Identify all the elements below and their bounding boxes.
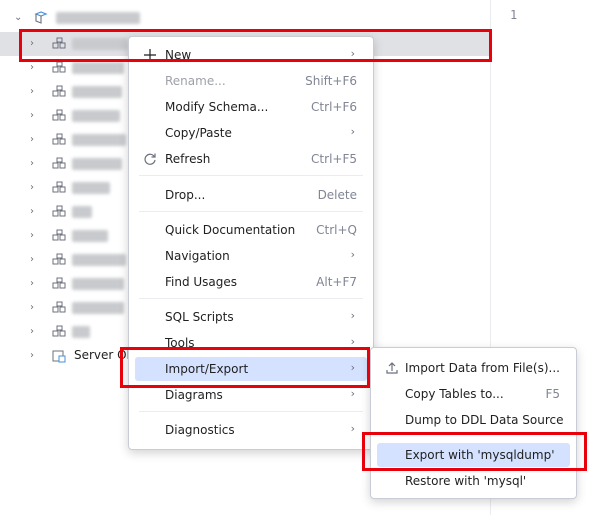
tree-label-blurred [72,62,124,74]
import-icon [386,362,398,374]
tree-label-blurred [72,278,124,290]
schema-icon [52,133,66,145]
line-number: 1 [510,8,518,22]
chevron-right-icon: › [350,125,355,138]
schema-icon [52,85,66,97]
chevron-down-icon[interactable]: ⌄ [14,12,24,24]
menu-item-tools[interactable]: Tools › [135,331,367,355]
tree-label-blurred [72,302,124,314]
menu-item-new[interactable]: New › [135,43,367,67]
tree-label-blurred [72,38,128,50]
chevron-right-icon[interactable]: › [30,254,40,266]
chevron-right-icon: › [350,422,355,435]
menu-item-drop[interactable]: Drop... Delete [135,183,367,207]
tree-label-blurred [72,134,126,146]
chevron-right-icon[interactable]: › [30,326,40,338]
menu-item-copy-tables[interactable]: Copy Tables to... F5 [377,382,570,406]
tree-row-root[interactable]: ⌄ [0,6,490,30]
menu-item-navigation[interactable]: Navigation › [135,244,367,268]
plus-icon [144,49,156,61]
schema-icon [52,157,66,169]
tree-label-blurred [72,326,90,338]
schema-icon [52,325,66,337]
schema-icon [52,277,66,289]
tree-label-blurred [72,158,122,170]
tree-label-blurred [56,12,140,24]
menu-item-diagrams[interactable]: Diagrams › [135,383,367,407]
chevron-right-icon: › [350,248,355,261]
menu-item-sql-scripts[interactable]: SQL Scripts › [135,305,367,329]
schema-icon [52,229,66,241]
schema-icon [52,181,66,193]
chevron-right-icon: › [350,387,355,400]
tree-label-blurred [72,110,120,122]
schema-icon [52,109,66,121]
chevron-right-icon: › [350,309,355,322]
menu-item-modify-schema[interactable]: Modify Schema... Ctrl+F6 [135,95,367,119]
menu-item-export-mysqldump[interactable]: Export with 'mysqldump' [377,443,570,467]
menu-separator [139,298,363,299]
chevron-right-icon[interactable]: › [30,206,40,218]
menu-separator [139,175,363,176]
chevron-right-icon: › [350,47,355,60]
menu-item-import-export[interactable]: Import/Export › [135,357,367,381]
menu-separator [139,411,363,412]
schema-icon [52,205,66,217]
menu-item-quick-documentation[interactable]: Quick Documentation Ctrl+Q [135,218,367,242]
tree-label-blurred [72,230,108,242]
connection-icon [34,11,48,24]
schema-icon [52,37,66,49]
chevron-right-icon[interactable]: › [30,302,40,314]
chevron-right-icon[interactable]: › [30,38,40,50]
chevron-right-icon[interactable]: › [30,230,40,242]
tree-label-blurred [72,182,110,194]
menu-item-rename[interactable]: Rename... Shift+F6 [135,69,367,93]
tree-label-blurred [72,86,122,98]
menu-item-diagnostics[interactable]: Diagnostics › [135,418,367,442]
chevron-right-icon: › [350,361,355,374]
menu-item-import-data[interactable]: Import Data from File(s)... [377,356,570,380]
import-export-submenu: Import Data from File(s)... Copy Tables … [370,347,577,499]
chevron-right-icon[interactable]: › [30,350,40,362]
chevron-right-icon[interactable]: › [30,62,40,74]
tree-label-server-objects: Server Ob [74,348,135,362]
menu-item-dump-ddl[interactable]: Dump to DDL Data Source [377,408,570,432]
chevron-right-icon[interactable]: › [30,134,40,146]
context-menu: New › Rename... Shift+F6 Modify Schema..… [128,36,374,450]
chevron-right-icon: › [350,335,355,348]
menu-item-find-usages[interactable]: Find Usages Alt+F7 [135,270,367,294]
menu-item-copy-paste[interactable]: Copy/Paste › [135,121,367,145]
tree-label-blurred [72,206,92,218]
schema-icon [52,301,66,313]
refresh-icon [144,153,156,165]
server-objects-icon [52,350,66,363]
menu-separator [139,211,363,212]
chevron-right-icon[interactable]: › [30,86,40,98]
menu-item-restore-mysql[interactable]: Restore with 'mysql' [377,469,570,493]
menu-item-refresh[interactable]: Refresh Ctrl+F5 [135,147,367,171]
chevron-right-icon[interactable]: › [30,110,40,122]
chevron-right-icon[interactable]: › [30,158,40,170]
schema-icon [52,61,66,73]
chevron-right-icon[interactable]: › [30,182,40,194]
tree-label-blurred [72,254,126,266]
chevron-right-icon[interactable]: › [30,278,40,290]
schema-icon [52,253,66,265]
